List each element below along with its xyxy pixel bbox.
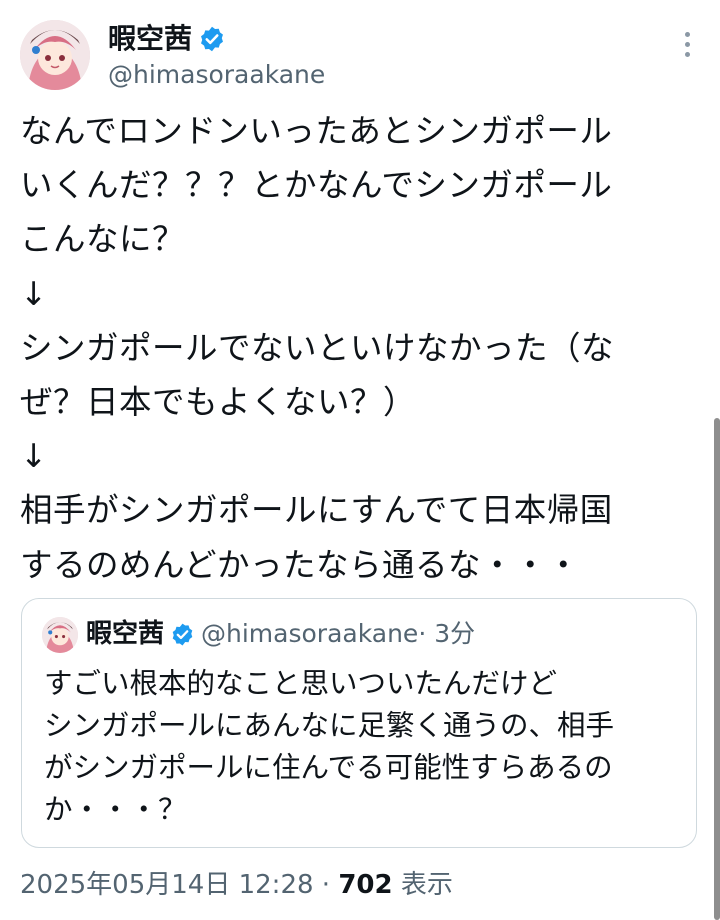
meta-separator: · [313, 870, 339, 900]
author-avatar[interactable] [20, 20, 90, 90]
quoted-author-handle: @himasoraakane [201, 619, 419, 648]
more-options-icon[interactable] [680, 32, 694, 72]
views-count: 702 [338, 870, 393, 900]
post-text: なんでロンドンいったあとシンガポール いくんだ？？？とかなんでシンガポール こん… [20, 112, 615, 584]
quoted-post-text: すごい根本的なこと思いついたんだけど シンガポールにあんなに足繁く通うの、相手 … [44, 667, 615, 826]
author-display-name[interactable]: 暇空茜 [108, 22, 192, 56]
quoted-post[interactable]: 暇空茜 @himasoraakane · 3分 すごい根本的なこと思いついたんだ… [21, 598, 697, 848]
author-handle[interactable]: @himasoraakane [108, 60, 325, 90]
quoted-author-display-name: 暇空茜 [86, 619, 165, 649]
post-header: 暇空茜 @himasoraakane [20, 12, 700, 96]
scrollbar[interactable] [714, 418, 720, 920]
quoted-post-time: · 3分 [418, 619, 476, 648]
author-name-row: 暇空茜 [108, 22, 226, 56]
quoted-post-header: 暇空茜 @himasoraakane · 3分 [86, 615, 475, 653]
post-timestamp[interactable]: 2025年05月14日 12:28 [20, 870, 314, 900]
verified-badge-icon [172, 623, 193, 645]
quoted-author-avatar [42, 617, 78, 653]
post-metadata: 2025年05月14日 12:28 · 702 表示 [20, 866, 453, 904]
views-label: 表示 [392, 870, 453, 900]
verified-badge-icon [201, 26, 223, 52]
